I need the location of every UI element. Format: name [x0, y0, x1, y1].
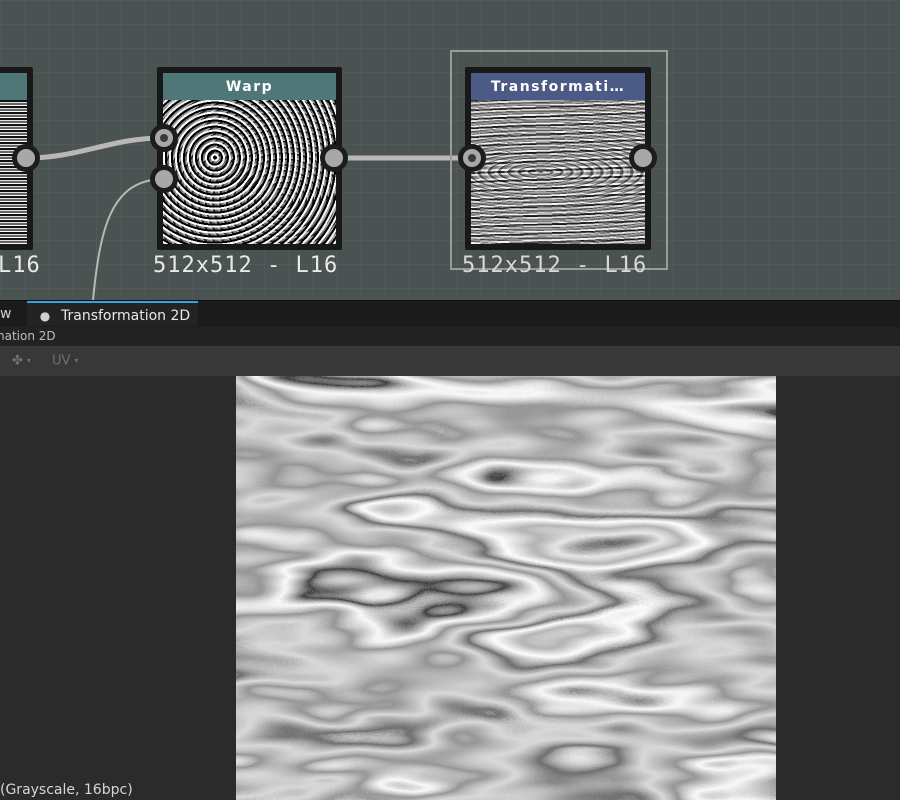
- node-warp-input-port-2[interactable]: [150, 165, 178, 193]
- node-icon: ●: [39, 309, 51, 323]
- image-format-status: (Grayscale, 16bpc): [0, 782, 133, 798]
- wire-bottom-to-warp: [92, 178, 164, 300]
- node-graph[interactable]: L16 Warp 512x512 - L16 Transformati… 512…: [0, 0, 900, 300]
- view-subtitle: nation 2D: [0, 327, 900, 346]
- node-warp-title: Warp: [163, 73, 336, 100]
- node-warp-thumbnail: [163, 100, 336, 244]
- node-warp-input-port[interactable]: [150, 124, 178, 152]
- view-toolbar: ✤ ▾ UV ▾: [0, 346, 900, 376]
- channels-icon: ✤: [12, 353, 23, 369]
- tab-previous[interactable]: w: [0, 301, 26, 328]
- 2d-view-panel: w ●Transformation 2D nation 2D ✤▾ UV▾: [0, 300, 900, 800]
- chevron-down-icon: ▾: [74, 356, 79, 365]
- node-left-header: [0, 73, 27, 100]
- uv-label: UV: [52, 353, 71, 369]
- node-left-output-port[interactable]: [12, 144, 40, 172]
- node-left-resolution: L16: [0, 253, 41, 278]
- node-transformation[interactable]: Transformati…: [465, 67, 651, 250]
- tab-bar: w ● Transformation 2D: [0, 300, 900, 328]
- node-transformation-input-port[interactable]: [458, 144, 486, 172]
- node-transformation-thumbnail: [471, 100, 645, 244]
- tab-previous-label: w: [0, 306, 12, 322]
- node-transformation-resolution: 512x512 - L16: [462, 253, 648, 278]
- node-warp-resolution: 512x512 - L16: [153, 253, 339, 278]
- view-subtitle-text: nation 2D: [0, 329, 56, 343]
- node-transformation-title: Transformati…: [471, 73, 645, 100]
- texture-preview: [236, 376, 776, 800]
- node-warp[interactable]: Warp: [157, 67, 342, 250]
- uv-dropdown[interactable]: UV ▾: [52, 346, 78, 376]
- wire-left-to-warp: [25, 135, 164, 161]
- chevron-down-icon: ▾: [26, 356, 31, 365]
- texture-viewport[interactable]: [236, 376, 776, 800]
- tab-transformation-2d-label: Transformation 2D: [61, 308, 191, 324]
- node-left-thumbnail: [0, 100, 27, 244]
- tab-transformation-2d[interactable]: ● Transformation 2D: [27, 301, 198, 326]
- node-warp-output-port[interactable]: [320, 144, 348, 172]
- node-transformation-output-port[interactable]: [629, 144, 657, 172]
- channels-button[interactable]: ✤ ▾: [12, 346, 31, 376]
